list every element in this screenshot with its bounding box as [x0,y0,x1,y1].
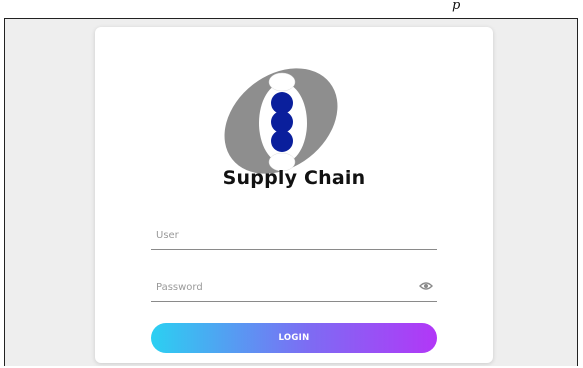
user-field [151,223,437,250]
brand-title: Supply Chain [222,167,366,189]
password-input[interactable] [151,276,406,299]
user-input[interactable] [151,224,406,247]
eye-icon[interactable] [419,281,433,291]
screenshot-frame: Supply Chain LOGIN [4,18,578,366]
password-field [151,275,437,302]
login-card: Supply Chain LOGIN [95,27,493,363]
page-corner-text: p [452,0,461,13]
login-button[interactable]: LOGIN [151,323,437,353]
